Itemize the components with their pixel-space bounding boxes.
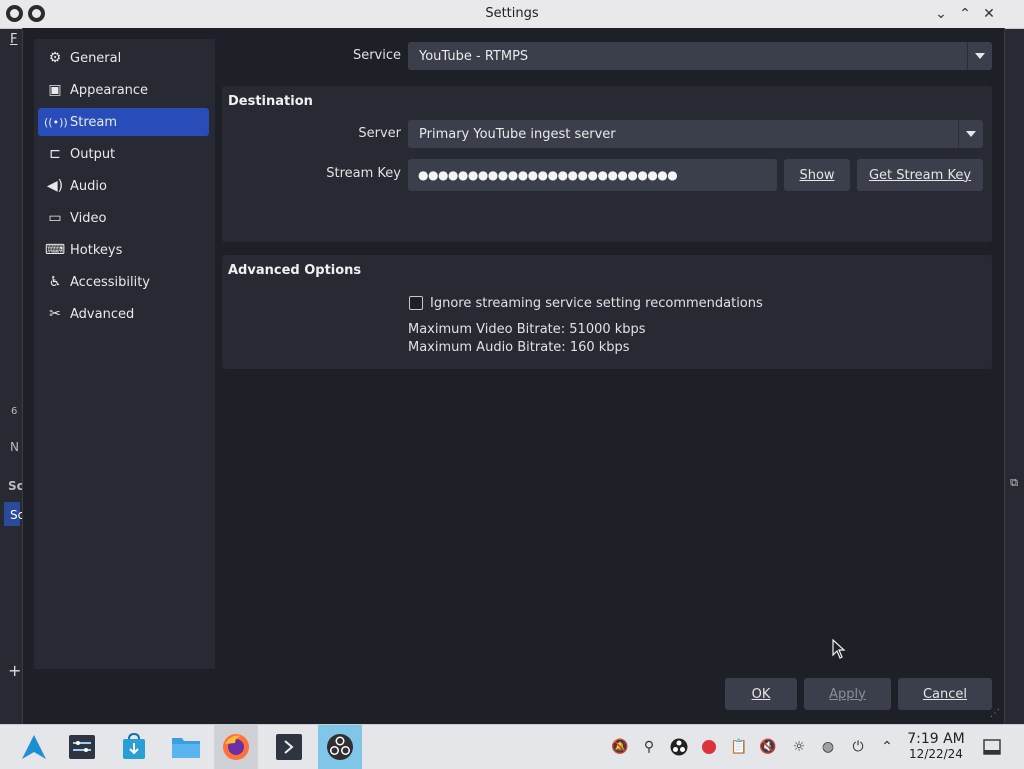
- background-right-strip: [1003, 28, 1024, 724]
- sidebar-item-hotkeys[interactable]: ⌨ Hotkeys: [38, 236, 209, 264]
- sidebar-item-label: Audio: [70, 178, 107, 194]
- background-fragment: 6: [11, 406, 18, 417]
- max-audio-bitrate: Maximum Audio Bitrate: 160 kbps: [408, 340, 630, 355]
- gear-icon: ⚙: [48, 50, 62, 66]
- sidebar-item-label: Output: [70, 146, 116, 162]
- apply-button[interactable]: Apply: [804, 678, 891, 710]
- settings-sidebar: ⚙ General ▣ Appearance ((•)) Stream ⊏ Ou…: [34, 39, 215, 669]
- ignore-recommendations-checkbox[interactable]: [409, 296, 423, 310]
- title-bar: Settings ⌄ ⌃ ✕: [0, 0, 1024, 29]
- output-icon: ⊏: [49, 146, 61, 162]
- server-value: Primary YouTube ingest server: [419, 126, 616, 142]
- ignore-recommendations-label[interactable]: Ignore streaming service setting recomme…: [430, 296, 763, 311]
- sidebar-item-label: Stream: [70, 114, 118, 130]
- settings-dialog: ⚙ General ▣ Appearance ((•)) Stream ⊏ Ou…: [22, 28, 1005, 723]
- mouse-cursor-icon: [832, 639, 846, 659]
- show-desktop-icon[interactable]: [982, 737, 1002, 757]
- volume-muted-icon[interactable]: 🔇: [758, 737, 778, 757]
- destination-title: Destination: [228, 94, 313, 109]
- maximize-icon[interactable]: ⌃: [954, 3, 976, 25]
- server-dropdown[interactable]: Primary YouTube ingest server: [408, 120, 983, 148]
- ok-button[interactable]: OK: [725, 678, 797, 710]
- system-settings-icon[interactable]: [60, 725, 104, 769]
- clipboard-icon[interactable]: 📋: [729, 737, 749, 757]
- sidebar-item-audio[interactable]: ◀) Audio: [38, 172, 209, 200]
- sidebar-item-label: Hotkeys: [70, 242, 123, 258]
- notifications-off-icon[interactable]: 🔕: [610, 737, 630, 757]
- clock-time: 7:19 AM: [907, 731, 965, 747]
- sidebar-item-general[interactable]: ⚙ General: [38, 44, 209, 72]
- sidebar-item-advanced[interactable]: ✂ Advanced: [38, 300, 209, 328]
- sidebar-item-label: Advanced: [70, 306, 135, 322]
- sidebar-item-appearance[interactable]: ▣ Appearance: [38, 76, 209, 104]
- sidebar-item-output[interactable]: ⊏ Output: [38, 140, 209, 168]
- server-label: Server: [358, 126, 401, 141]
- stream-key-input[interactable]: ●●●●●●●●●●●●●●●●●●●●●●●●●●: [408, 159, 777, 191]
- resize-grip-icon[interactable]: ⋰: [990, 708, 1000, 719]
- background-file-menu[interactable]: F: [10, 32, 17, 47]
- terminal-icon[interactable]: [267, 725, 311, 769]
- window-title: Settings: [485, 6, 539, 21]
- service-value: YouTube - RTMPS: [419, 48, 529, 64]
- file-manager-icon[interactable]: [164, 725, 208, 769]
- tray-expand-icon[interactable]: ⌃: [877, 737, 897, 757]
- show-button[interactable]: Show: [784, 159, 850, 191]
- firefox-icon[interactable]: [214, 725, 258, 769]
- antenna-icon: ((•)): [44, 115, 68, 129]
- stream-key-label: Stream Key: [326, 166, 401, 181]
- speaker-icon: ◀): [46, 178, 64, 194]
- network-share-icon[interactable]: ⚲: [639, 737, 659, 757]
- minimize-icon[interactable]: ⌄: [930, 3, 952, 25]
- max-video-bitrate: Maximum Video Bitrate: 51000 kbps: [408, 322, 646, 337]
- sidebar-item-label: Video: [70, 210, 107, 226]
- app-launcher-icon[interactable]: [12, 725, 56, 769]
- background-add-icon: +: [8, 661, 22, 680]
- monitor-icon: ▭: [48, 210, 62, 226]
- tools-icon: ✂: [49, 306, 61, 322]
- sidebar-item-label: Appearance: [70, 82, 149, 98]
- close-icon[interactable]: ✕: [978, 3, 1000, 25]
- sidebar-item-label: General: [70, 50, 122, 66]
- keyboard-icon: ⌨: [44, 242, 66, 258]
- background-fragment: N: [10, 440, 19, 454]
- accessibility-icon: ♿: [48, 274, 62, 290]
- get-stream-key-button[interactable]: Get Stream Key: [857, 159, 983, 191]
- record-icon[interactable]: [699, 737, 719, 757]
- network-icon[interactable]: ◍: [818, 737, 838, 757]
- brightness-icon[interactable]: ☼: [789, 737, 809, 757]
- obs-tray-icon[interactable]: [669, 737, 689, 757]
- cancel-button[interactable]: Cancel: [898, 678, 992, 710]
- service-dropdown[interactable]: YouTube - RTMPS: [408, 42, 992, 70]
- sidebar-item-stream[interactable]: ((•)) Stream: [38, 108, 209, 136]
- sidebar-item-video[interactable]: ▭ Video: [38, 204, 209, 232]
- clock-date: 12/22/24: [909, 747, 963, 761]
- clock[interactable]: 7:19 AM 12/22/24: [902, 732, 970, 762]
- sidebar-item-label: Accessibility: [70, 274, 150, 290]
- chevron-down-icon: [967, 42, 992, 70]
- chevron-down-icon: [958, 120, 983, 148]
- power-icon[interactable]: ⏻: [848, 737, 868, 757]
- service-label: Service: [352, 48, 401, 63]
- software-store-icon[interactable]: [112, 725, 156, 769]
- taskbar: 🔕 ⚲ 📋 🔇 ☼ ◍ ⏻ ⌃ 7:19 AM 12/22/24: [0, 724, 1024, 769]
- stream-key-value: ●●●●●●●●●●●●●●●●●●●●●●●●●●: [418, 168, 678, 182]
- sidebar-item-accessibility[interactable]: ♿ Accessibility: [38, 268, 209, 296]
- background-left-strip: [0, 28, 23, 724]
- advanced-options-title: Advanced Options: [228, 263, 362, 278]
- palette-icon: ▣: [48, 82, 62, 98]
- background-dock-icon: ⧉: [1010, 476, 1018, 489]
- obs-icon[interactable]: [318, 725, 362, 769]
